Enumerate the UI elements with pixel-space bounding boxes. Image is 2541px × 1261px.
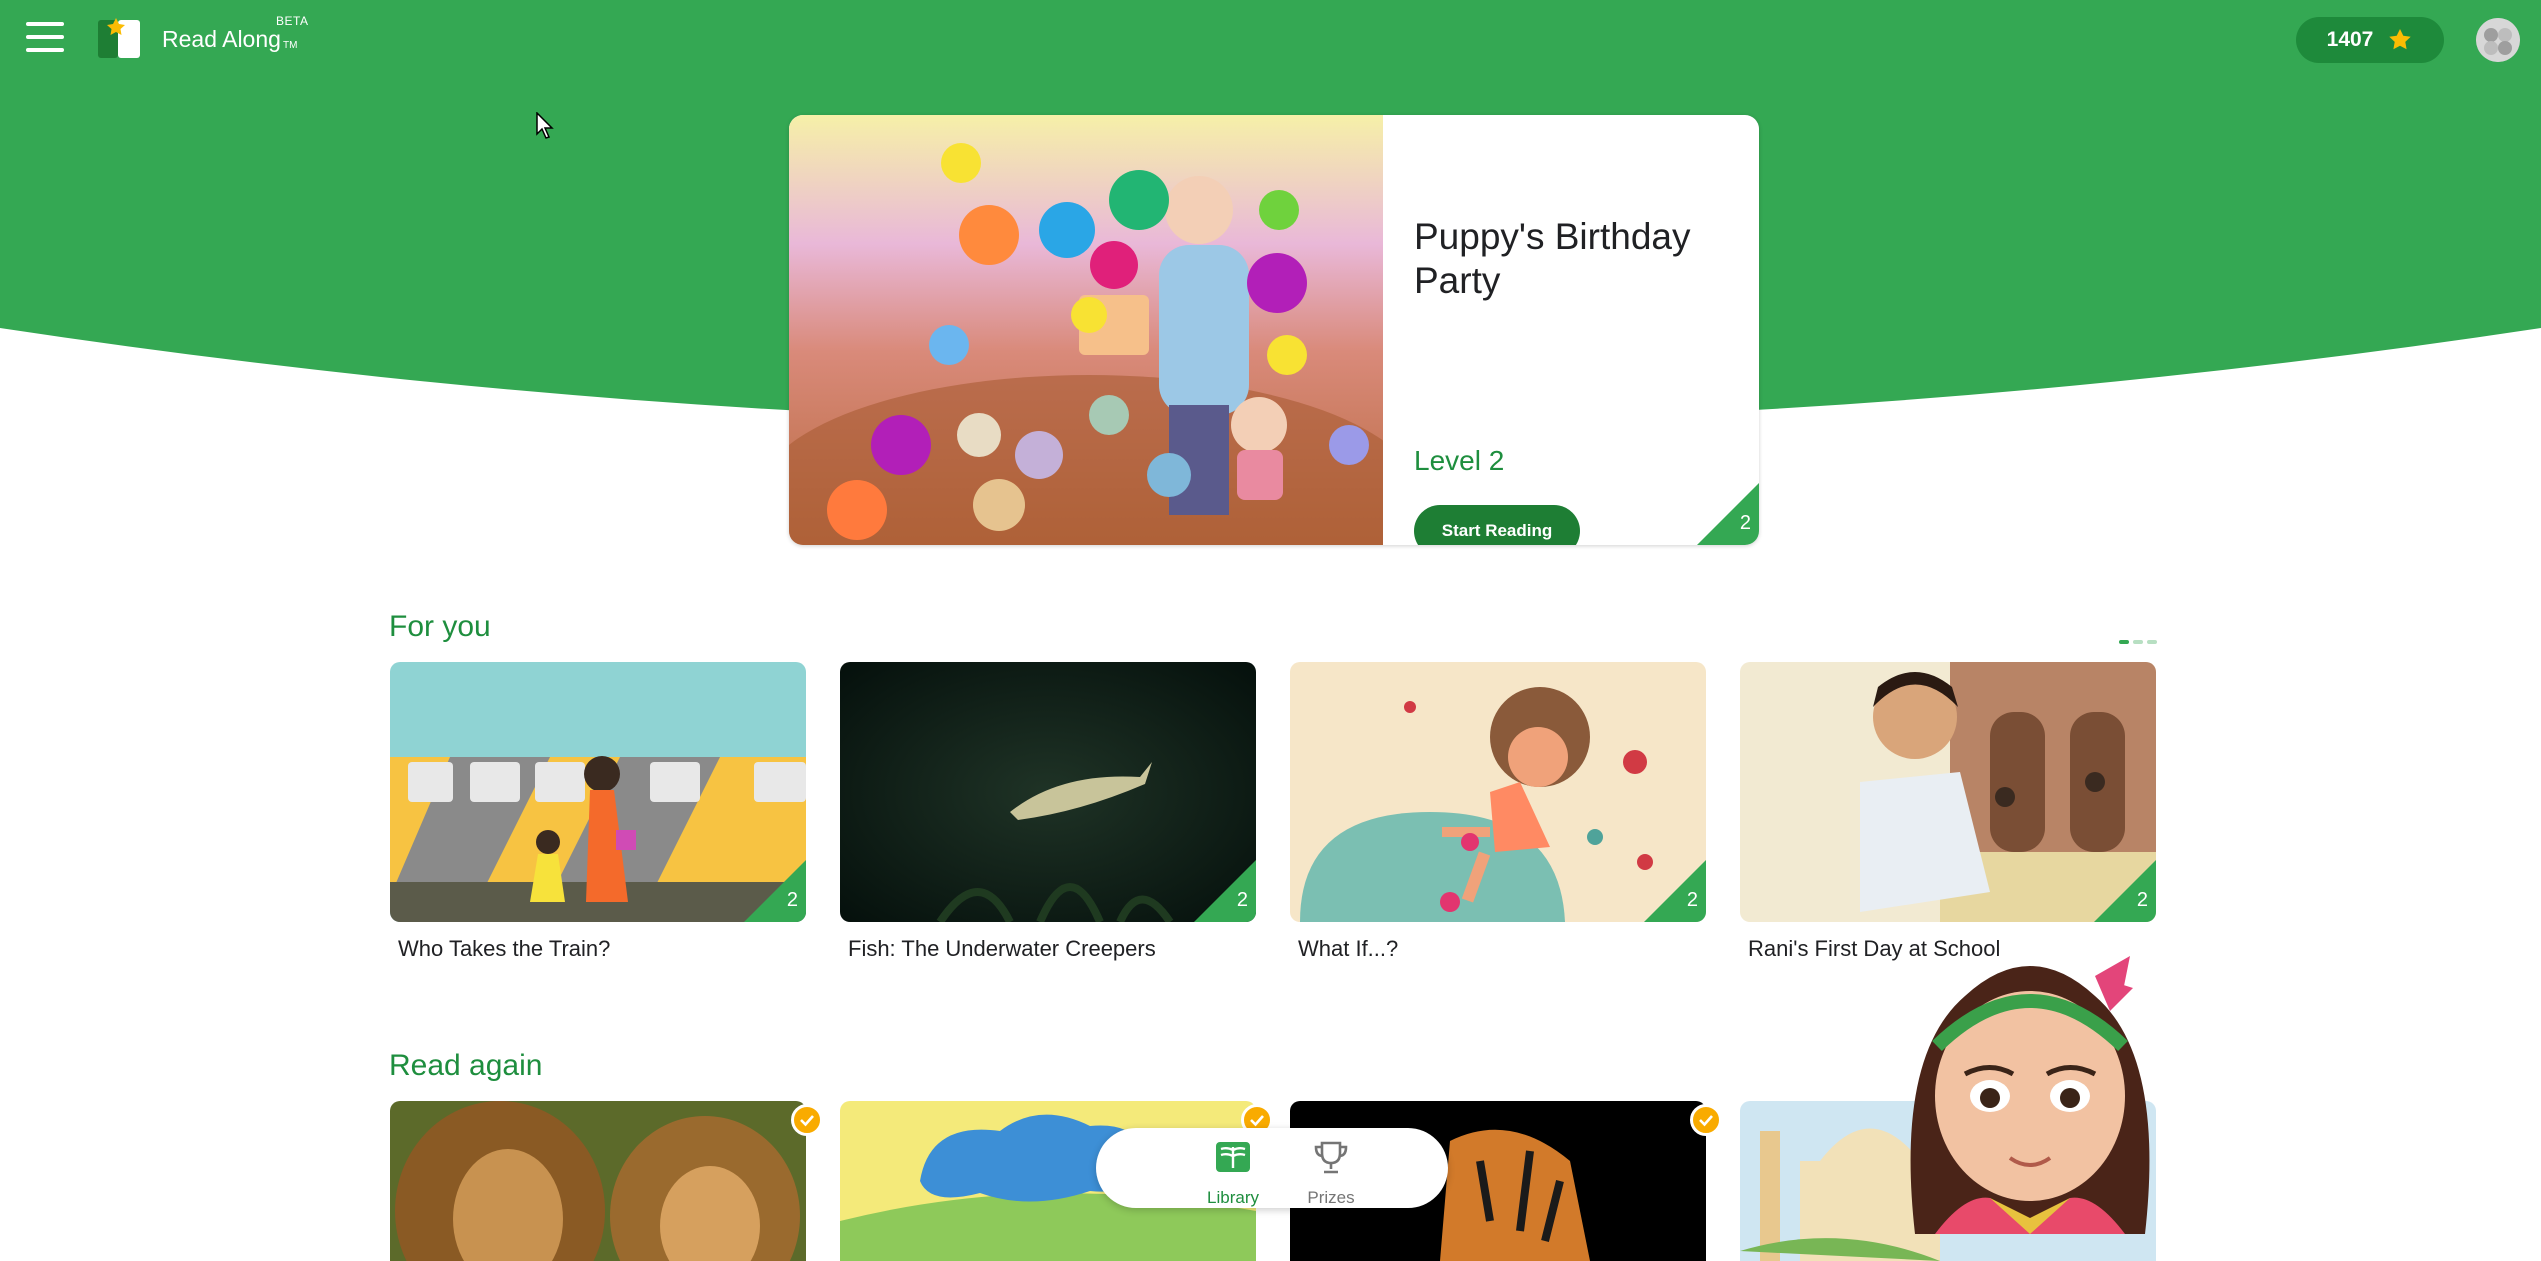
level-badge: 2 — [1194, 860, 1256, 922]
stars-counter[interactable]: 1407 — [2296, 17, 2444, 63]
level-badge: 2 — [744, 860, 806, 922]
level-badge-number: 2 — [1236, 889, 1248, 911]
book-cover: 2 — [1740, 662, 2156, 922]
completed-checkmark-icon — [1690, 1104, 1722, 1136]
book-title: Fish: The Underwater Creepers — [848, 936, 1156, 961]
level-badge-number: 2 — [1739, 512, 1751, 534]
start-reading-button[interactable]: Start Reading — [1414, 505, 1580, 545]
reading-buddy-character[interactable] — [1895, 936, 2165, 1234]
level-badge: 2 — [1697, 483, 1759, 545]
book-card[interactable]: 2 Fish: The Underwater Creepers — [840, 662, 1256, 962]
nav-library-tab[interactable]: Library — [1178, 1136, 1288, 1207]
profile-avatar-icon[interactable] — [2476, 18, 2520, 62]
read-again-heading: Read again — [389, 1049, 543, 1082]
app-title: Read Along — [162, 26, 281, 52]
featured-book-title: Puppy's Birthday Party — [1414, 216, 1691, 301]
book-icon — [1216, 1142, 1250, 1172]
read-again-book-card[interactable] — [390, 1101, 806, 1261]
beta-badge: BETA — [276, 14, 309, 28]
level-badge: 2 — [1644, 860, 1706, 922]
featured-book-card[interactable]: Puppy's Birthday Party Level 2 Start Rea… — [789, 115, 1759, 545]
nav-prizes-tab[interactable]: Prizes — [1276, 1136, 1386, 1207]
completed-checkmark-icon — [791, 1104, 823, 1136]
stars-count: 1407 — [2326, 28, 2374, 51]
trademark-label: TM — [283, 40, 298, 51]
book-cover: 2 — [840, 662, 1256, 922]
mouse-cursor-icon — [536, 112, 554, 139]
book-cover: 2 — [390, 662, 806, 922]
book-cover: 2 — [1290, 662, 1706, 922]
level-badge-number: 2 — [2136, 889, 2148, 911]
read-along-logo — [98, 18, 140, 58]
level-badge-number: 2 — [1686, 889, 1698, 911]
hamburger-menu-icon[interactable] — [26, 22, 64, 56]
nav-prizes-label: Prizes — [1307, 1188, 1355, 1207]
carousel-page-indicator[interactable] — [2119, 640, 2157, 644]
book-card[interactable]: 2 Rani's First Day at School — [1740, 662, 2156, 962]
nav-library-label: Library — [1207, 1188, 1259, 1207]
star-icon — [2389, 29, 2412, 50]
top-app-bar: Read Along TM BETA 1407 — [0, 0, 2541, 80]
book-card[interactable]: 2 What If...? — [1290, 662, 1706, 962]
featured-book-level: Level 2 — [1414, 445, 1505, 476]
level-badge: 2 — [2094, 860, 2156, 922]
book-title: Who Takes the Train? — [398, 936, 611, 961]
book-title: What If...? — [1298, 936, 1399, 961]
bottom-navigation: Library Prizes — [1096, 1128, 1448, 1208]
for-you-heading: For you — [389, 610, 491, 643]
trophy-icon — [1314, 1141, 1348, 1174]
featured-book-cover — [789, 115, 1383, 545]
level-badge-number: 2 — [786, 889, 798, 911]
book-card[interactable]: 2 Who Takes the Train? — [390, 662, 806, 962]
